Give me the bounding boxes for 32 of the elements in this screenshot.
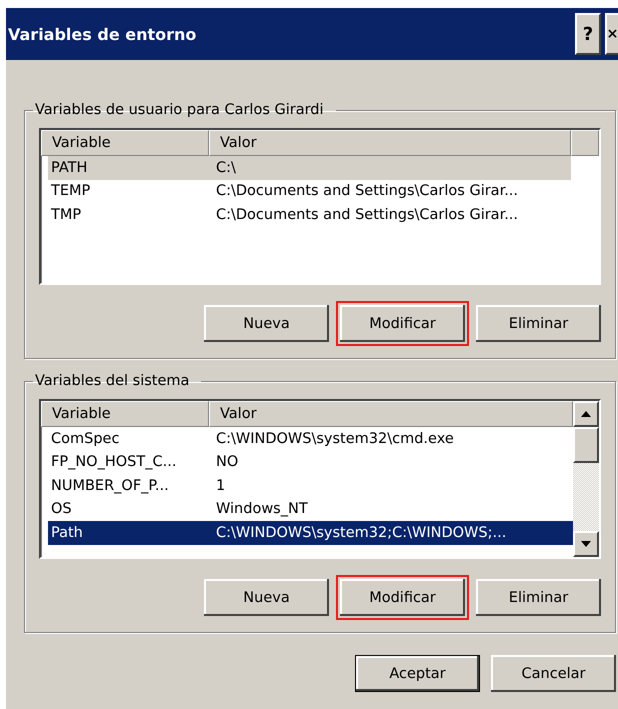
variables-list[interactable]: Variable Valor PATH C:\ TEMP C:\Documents and Settings\Carlos Girar... TMP C:\Documents and Settings\Carlos Girar...: [39, 128, 601, 285]
group-title: Variables del sistema: [34, 373, 190, 389]
edit-button[interactable]: Modificar: [340, 579, 465, 616]
close-button[interactable]: ×: [605, 13, 618, 55]
column-header[interactable]: Variable: [41, 401, 209, 427]
list-row[interactable]: OS Windows_NT: [48, 498, 573, 521]
column-header[interactable]: Valor: [209, 401, 573, 427]
list-row[interactable]: TEMP C:\Documents and Settings\Carlos Girar...: [48, 180, 571, 203]
new-button[interactable]: Nueva: [204, 579, 329, 616]
scroll-down-arrow-icon[interactable]: [581, 541, 591, 547]
list-row[interactable]: FP_NO_HOST_C... NO: [48, 450, 573, 474]
list-row[interactable]: Path C:\WINDOWS\system32;C:\WINDOWS;...: [48, 521, 573, 544]
window-title: Variables de entorno: [8, 24, 198, 44]
column-header[interactable]: Variable: [41, 130, 209, 156]
delete-button[interactable]: Eliminar: [476, 305, 601, 342]
cancel-button[interactable]: Cancelar: [491, 655, 616, 692]
list-row[interactable]: TMP C:\Documents and Settings\Carlos Girar...: [48, 203, 571, 226]
list-row[interactable]: NUMBER_OF_P... 1: [48, 474, 573, 498]
edit-button[interactable]: Modificar: [340, 305, 465, 342]
scroll-thumb[interactable]: [573, 427, 599, 463]
group-title: Variables de usuario para Carlos Girardi: [34, 102, 325, 118]
column-header[interactable]: Valor: [209, 130, 571, 156]
scrollbar[interactable]: [573, 401, 599, 557]
list-row[interactable]: ComSpec C:\WINDOWS\system32\cmd.exe: [48, 427, 573, 450]
variables-list[interactable]: Variable Valor ComSpec C:\WINDOWS\system32\cmd.exe FP_NO_HOST_C... NO NUMBER_OF_P... 1 OS Windows_NT Path C:\WINDOWS\system32;C:\WINDOWS;...: [39, 399, 601, 559]
help-button[interactable]: ?: [575, 13, 601, 55]
column-header: [571, 130, 599, 156]
list-row[interactable]: PATH C:\: [48, 156, 571, 180]
delete-button[interactable]: Eliminar: [476, 579, 601, 616]
scroll-up-arrow-icon[interactable]: [581, 411, 591, 417]
ok-button[interactable]: Aceptar: [355, 655, 480, 692]
new-button[interactable]: Nueva: [204, 305, 329, 342]
